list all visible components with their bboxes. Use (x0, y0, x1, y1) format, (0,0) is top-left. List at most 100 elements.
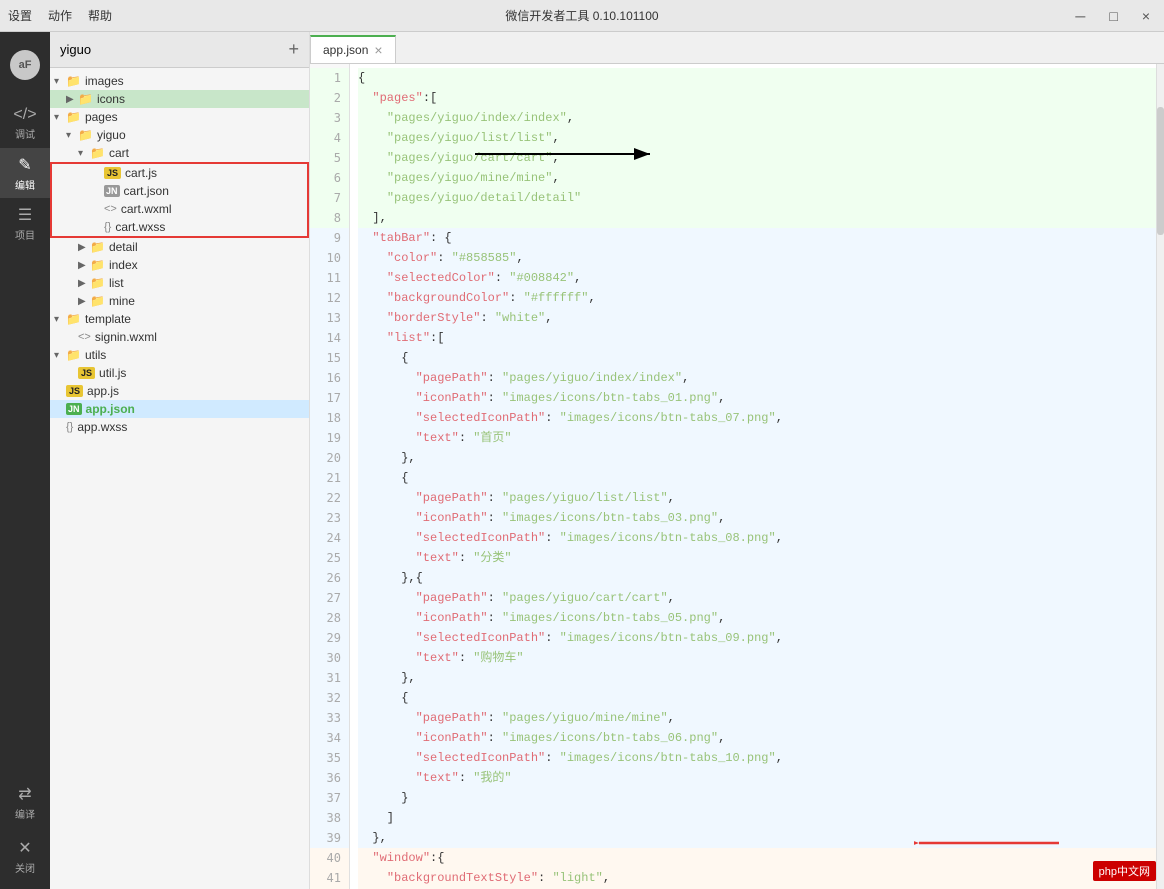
tree-item-app-wxss[interactable]: {} app.wxss (50, 418, 309, 436)
code-text-20: }, (358, 448, 416, 468)
file-name-signin-wxml: signin.wxml (95, 330, 309, 344)
line-number-40: 40 (310, 848, 349, 868)
close-button[interactable]: × (1136, 6, 1156, 26)
folder-icon: 📁 (90, 294, 105, 308)
code-line-19: "text": "首页" (358, 428, 1156, 448)
arrow-icon: ▶ (78, 260, 90, 271)
tree-item-cart-js[interactable]: JS cart.js (52, 164, 307, 182)
watermark: php中文网 (1093, 861, 1156, 881)
tree-item-list[interactable]: ▶ 📁 list (50, 274, 309, 292)
line-number-16: 16 (310, 368, 349, 388)
editor-tab-app-json[interactable]: app.json × (310, 35, 396, 63)
line-number-37: 37 (310, 788, 349, 808)
code-text-7: "pages/yiguo/detail/detail" (358, 188, 581, 208)
code-text-31: }, (358, 668, 416, 688)
sidebar-item-translate[interactable]: ⇄ 编译 (0, 777, 50, 827)
tree-item-utils[interactable]: ▾ 📁 utils (50, 346, 309, 364)
user-avatar: aF (10, 50, 40, 80)
file-tree-header: yiguo + (50, 32, 309, 68)
tree-item-cart-wxss[interactable]: {} cart.wxss (52, 218, 307, 236)
tree-item-cart-json[interactable]: JN cart.json (52, 182, 307, 200)
scrollbar-thumb[interactable] (1157, 107, 1164, 236)
tree-item-app-js[interactable]: JS app.js (50, 382, 309, 400)
code-line-33: "pagePath": "pages/yiguo/mine/mine", (358, 708, 1156, 728)
code-line-36: "text": "我的" (358, 768, 1156, 788)
code-text-4: "pages/yiguo/list/list", (358, 128, 560, 148)
file-name-cart-js: cart.js (125, 166, 307, 180)
tab-close-button[interactable]: × (374, 43, 382, 57)
sidebar-item-debug[interactable]: </> 调试 (0, 98, 50, 148)
code-line-27: "pagePath": "pages/yiguo/cart/cart", (358, 588, 1156, 608)
add-file-button[interactable]: + (288, 39, 299, 60)
code-line-40: "window":{ (358, 848, 1156, 868)
tree-item-util-js[interactable]: JS util.js (50, 364, 309, 382)
arrow-icon: ▶ (78, 242, 90, 253)
code-text-34: "iconPath": "images/icons/btn-tabs_06.pn… (358, 728, 725, 748)
arrow-icon: ▾ (78, 148, 90, 159)
file-name-yiguo: yiguo (97, 128, 309, 142)
code-text-32: { (358, 688, 408, 708)
translate-icon: ⇄ (18, 784, 31, 804)
code-text-30: "text": "购物车" (358, 648, 524, 668)
line-number-9: 9 (310, 228, 349, 248)
arrow-icon: ▾ (54, 350, 66, 361)
icon-sidebar: aF </> 调试 ✎ 编辑 ☰ 项目 ⇄ 编译 ✕ 关闭 (0, 32, 50, 889)
code-text-21: { (358, 468, 408, 488)
code-content[interactable]: { "pages":[ "pages/yiguo/index/index", "… (350, 64, 1164, 889)
folder-icon: 📁 (66, 348, 81, 362)
menu-help[interactable]: 帮助 (88, 7, 112, 24)
debug-icon: </> (13, 106, 36, 124)
arrow-icon: ▾ (54, 112, 66, 123)
line-number-15: 15 (310, 348, 349, 368)
tab-label-app-json: app.json (323, 43, 368, 57)
file-name-app-js: app.js (87, 384, 309, 398)
code-line-11: "selectedColor": "#008842", (358, 268, 1156, 288)
line-number-2: 2 (310, 88, 349, 108)
sidebar-item-edit[interactable]: ✎ 编辑 (0, 148, 50, 198)
line-number-33: 33 (310, 708, 349, 728)
edit-icon: ✎ (18, 155, 31, 175)
code-line-39: }, (358, 828, 1156, 848)
code-text-25: "text": "分类" (358, 548, 512, 568)
tree-item-cart[interactable]: ▾ 📁 cart (50, 144, 309, 162)
wxml-file-icon: <> (78, 331, 91, 343)
tree-item-mine[interactable]: ▶ 📁 mine (50, 292, 309, 310)
code-editor[interactable]: 1234567891011121314151617181920212223242… (310, 64, 1164, 889)
line-number-39: 39 (310, 828, 349, 848)
folder-icon: 📁 (90, 276, 105, 290)
tree-item-signin-wxml[interactable]: <> signin.wxml (50, 328, 309, 346)
tree-item-pages[interactable]: ▾ 📁 pages (50, 108, 309, 126)
tree-item-app-json[interactable]: JN app.json (50, 400, 309, 418)
line-number-34: 34 (310, 728, 349, 748)
tree-item-template[interactable]: ▾ 📁 template (50, 310, 309, 328)
file-name-app-json: app.json (86, 402, 309, 416)
menu-settings[interactable]: 设置 (8, 7, 32, 24)
code-text-1: { (358, 68, 365, 88)
code-line-3: "pages/yiguo/index/index", (358, 108, 1156, 128)
tree-item-images[interactable]: ▾ 📁 images (50, 72, 309, 90)
tree-item-detail[interactable]: ▶ 📁 detail (50, 238, 309, 256)
code-line-26: },{ (358, 568, 1156, 588)
titlebar: 设置 动作 帮助 微信开发者工具 0.10.101100 ─ □ × (0, 0, 1164, 32)
tree-item-icons[interactable]: ▶ 📁 icons (50, 90, 309, 108)
sidebar-avatar[interactable]: aF (0, 40, 50, 90)
minimize-button[interactable]: ─ (1069, 6, 1091, 26)
tree-item-index[interactable]: ▶ 📁 index (50, 256, 309, 274)
folder-icon: 📁 (66, 312, 81, 326)
tree-item-cart-wxml[interactable]: <> cart.wxml (52, 200, 307, 218)
file-tree-panel: yiguo + ▾ 📁 images ▶ 📁 icons ▾ 📁 pages (50, 32, 310, 889)
sidebar-item-project[interactable]: ☰ 项目 (0, 198, 50, 248)
code-text-29: "selectedIconPath": "images/icons/btn-ta… (358, 628, 783, 648)
menu-actions[interactable]: 动作 (48, 7, 72, 24)
arrow-icon: ▾ (54, 314, 66, 325)
maximize-button[interactable]: □ (1103, 6, 1123, 26)
line-number-20: 20 (310, 448, 349, 468)
editor-area: app.json × 12345678910111213141516171819… (310, 32, 1164, 889)
sidebar-item-close[interactable]: ✕ 关闭 (0, 831, 50, 881)
tree-item-yiguo[interactable]: ▾ 📁 yiguo (50, 126, 309, 144)
line-number-8: 8 (310, 208, 349, 228)
scrollbar-track[interactable] (1156, 64, 1164, 889)
code-line-2: "pages":[ (358, 88, 1156, 108)
sidebar-edit-label: 编辑 (15, 177, 35, 192)
line-number-1: 1 (310, 68, 349, 88)
